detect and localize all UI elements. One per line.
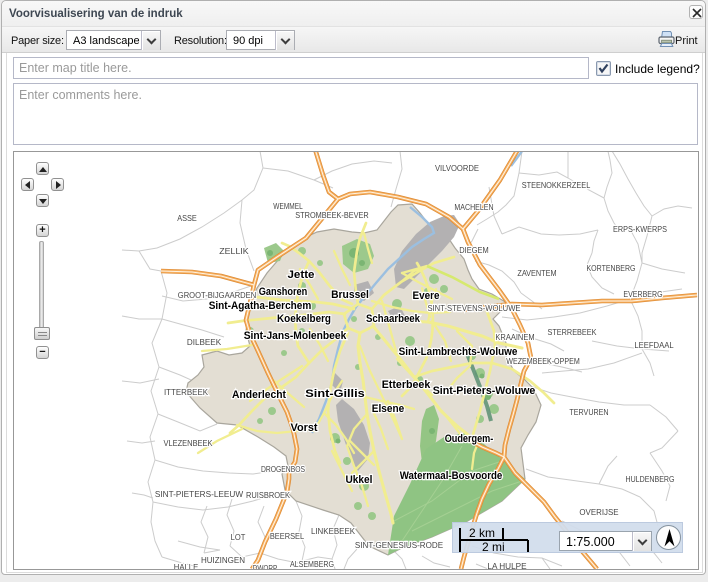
- svg-text:Evere: Evere: [413, 290, 440, 302]
- svg-text:ZAVENTEM: ZAVENTEM: [517, 268, 556, 278]
- svg-text:RUISBROEK: RUISBROEK: [246, 490, 290, 500]
- svg-text:Brussel: Brussel: [331, 289, 369, 301]
- svg-text:Vorst: Vorst: [291, 422, 318, 434]
- svg-text:TERVUREN: TERVUREN: [569, 407, 608, 417]
- svg-text:ZELLIK: ZELLIK: [219, 246, 249, 256]
- svg-text:Elsene: Elsene: [372, 403, 404, 415]
- svg-text:ALSEMBERG: ALSEMBERG: [290, 559, 334, 569]
- svg-text:VILVOORDE: VILVOORDE: [435, 163, 479, 173]
- svg-text:HULDENBERG: HULDENBERG: [626, 474, 675, 484]
- svg-text:HUIZINGEN: HUIZINGEN: [201, 555, 245, 565]
- svg-text:Jette: Jette: [288, 269, 315, 281]
- svg-text:2 mi: 2 mi: [482, 540, 505, 554]
- svg-text:KORTENBERG: KORTENBERG: [587, 263, 636, 273]
- svg-text:2 km: 2 km: [469, 526, 495, 540]
- svg-text:DROGENBOS: DROGENBOS: [261, 464, 305, 474]
- svg-text:STEENOKKERZEEL: STEENOKKERZEEL: [522, 180, 591, 190]
- svg-text:Koekelberg: Koekelberg: [277, 313, 331, 325]
- svg-text:HALLE: HALLE: [174, 562, 199, 569]
- svg-text:OVERIJSE: OVERIJSE: [579, 507, 618, 517]
- svg-text:Sint-Jans-Molenbeek: Sint-Jans-Molenbeek: [244, 330, 347, 342]
- svg-text:KRAAINEM: KRAAINEM: [495, 332, 534, 342]
- svg-text:Ukkel: Ukkel: [346, 474, 373, 486]
- svg-text:LEEFDAAL: LEEFDAAL: [634, 340, 673, 350]
- svg-text:DILBEEK: DILBEEK: [187, 337, 222, 347]
- svg-text:VLEZENBEEK: VLEZENBEEK: [164, 438, 213, 448]
- svg-text:Schaarbeek: Schaarbeek: [366, 313, 421, 325]
- svg-text:SINT-GENESIUS-RODE: SINT-GENESIUS-RODE: [355, 540, 443, 550]
- svg-text:Watermaal-Bosvoorde: Watermaal-Bosvoorde: [400, 470, 503, 482]
- svg-text:Etterbeek: Etterbeek: [382, 379, 431, 391]
- svg-text:Sint-Pieters-Woluwe: Sint-Pieters-Woluwe: [433, 385, 536, 397]
- svg-text:ASSE: ASSE: [177, 213, 197, 223]
- svg-text:BEERSEL: BEERSEL: [270, 531, 304, 541]
- svg-text:Sint-Agatha-Berchem: Sint-Agatha-Berchem: [209, 300, 312, 312]
- svg-text:GROOT-BIJGAARDEN: GROOT-BIJGAARDEN: [178, 290, 256, 300]
- svg-text:LOT: LOT: [231, 532, 246, 542]
- svg-text:STROMBEEK-BEVER: STROMBEEK-BEVER: [295, 210, 369, 220]
- svg-text:SINT-STEVENS-WOLUWE: SINT-STEVENS-WOLUWE: [427, 303, 520, 313]
- svg-text:DIEGEM: DIEGEM: [459, 245, 488, 255]
- svg-text:DWORP: DWORP: [253, 563, 278, 569]
- svg-text:ERPS-KWERPS: ERPS-KWERPS: [613, 224, 667, 234]
- svg-text:MACHELEN: MACHELEN: [454, 202, 493, 212]
- svg-text:LINKEBEEK: LINKEBEEK: [311, 526, 355, 536]
- svg-text:LA HULPE: LA HULPE: [487, 561, 526, 569]
- svg-text:SINT-PIETERS-LEEUW: SINT-PIETERS-LEEUW: [155, 489, 244, 499]
- svg-text:STERREBEEK: STERREBEEK: [548, 327, 597, 337]
- svg-text:Oudergem-: Oudergem-: [445, 433, 494, 445]
- svg-text:Sint-Lambrechts-Woluwe: Sint-Lambrechts-Woluwe: [399, 346, 518, 358]
- svg-text:Anderlecht: Anderlecht: [232, 389, 286, 401]
- svg-text:EVERBERG: EVERBERG: [623, 289, 662, 299]
- svg-text:Sint-Gillis: Sint-Gillis: [305, 388, 364, 400]
- svg-text:Ganshoren: Ganshoren: [259, 286, 308, 298]
- svg-text:ITTERBEEK: ITTERBEEK: [164, 387, 208, 397]
